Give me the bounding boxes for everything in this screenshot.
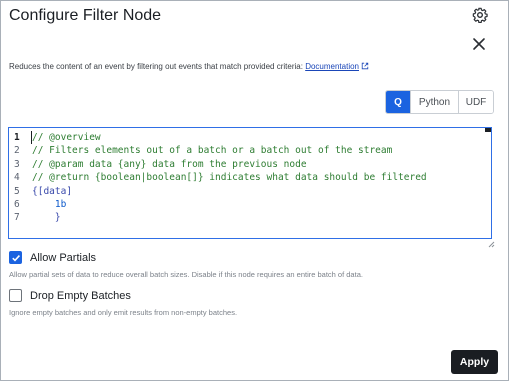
code-line[interactable]: // Filters elements out of a batch or a … [32, 144, 485, 157]
code-line[interactable]: {[data] [32, 185, 485, 198]
code-line[interactable]: } [32, 211, 485, 224]
line-number: 2 [14, 145, 20, 157]
allow-partials-hint: Allow partial sets of data to reduce ove… [9, 270, 363, 279]
line-number: 1 [14, 132, 20, 143]
drop-empty-batches-label[interactable]: Drop Empty Batches [30, 290, 131, 302]
close-icon[interactable] [472, 37, 486, 51]
allow-partials-option[interactable]: Allow Partials [9, 251, 96, 264]
checkmark-icon [11, 254, 20, 262]
allow-partials-label[interactable]: Allow Partials [30, 252, 96, 264]
code-line[interactable]: 1b [32, 198, 485, 211]
line-number: 7 [14, 212, 20, 224]
line-number: 3 [14, 158, 20, 170]
dialog-title: Configure Filter Node [9, 7, 162, 24]
documentation-link[interactable]: Documentation [305, 62, 369, 71]
lang-tab-python[interactable]: Python [410, 91, 458, 113]
drop-empty-batches-hint: Ignore empty batches and only emit resul… [9, 308, 238, 317]
gear-icon[interactable] [472, 7, 488, 23]
apply-button[interactable]: Apply [451, 350, 498, 374]
code-line[interactable]: // @param data {any} data from the previ… [32, 158, 485, 171]
line-number: 6 [14, 198, 20, 210]
editor-scrollbar[interactable] [485, 128, 491, 132]
code-line[interactable]: // @return {boolean|boolean[]} indicates… [32, 171, 485, 184]
line-number: 4 [14, 172, 20, 184]
code-content[interactable]: // @overview // Filters elements out of … [32, 131, 485, 225]
language-toggle: Q Python UDF [385, 90, 494, 114]
code-line[interactable]: // @overview [32, 131, 485, 144]
drop-empty-batches-option[interactable]: Drop Empty Batches [9, 289, 131, 302]
code-editor[interactable]: 1 2 3 4 5 6 7 // @overview // Filters el… [8, 127, 492, 239]
line-number-gutter: 1 2 3 4 5 6 7 [9, 131, 27, 225]
line-number: 5 [14, 185, 20, 197]
description-text: Reduces the content of an event by filte… [9, 62, 303, 71]
external-link-icon [361, 62, 369, 70]
resize-handle-icon[interactable] [487, 240, 495, 248]
documentation-link-label[interactable]: Documentation [305, 62, 359, 71]
drop-empty-batches-checkbox[interactable] [9, 289, 22, 302]
allow-partials-checkbox[interactable] [9, 251, 22, 264]
lang-tab-q[interactable]: Q [386, 91, 410, 113]
configure-filter-dialog: Configure Filter Node Reduces the conten… [0, 0, 509, 381]
lang-tab-udf[interactable]: UDF [458, 91, 493, 113]
dialog-description: Reduces the content of an event by filte… [9, 62, 369, 71]
